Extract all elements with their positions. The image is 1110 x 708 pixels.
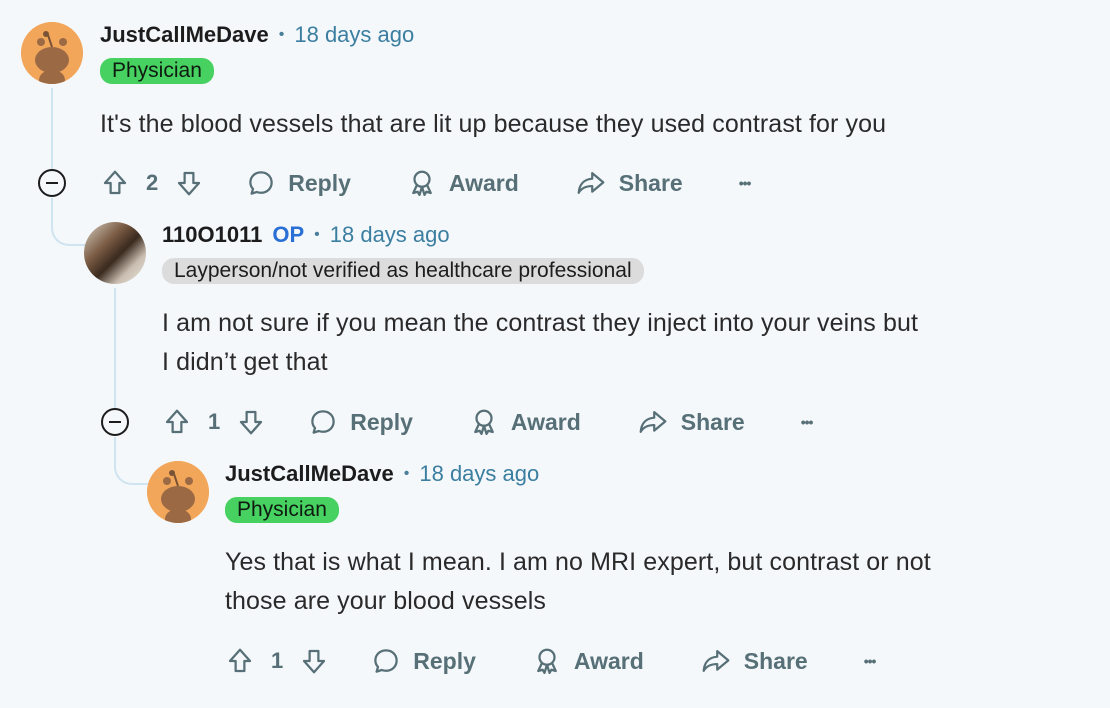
username[interactable]: 110O1011 — [162, 222, 262, 248]
separator: • — [403, 465, 410, 482]
more-options-icon[interactable]: ••• — [739, 175, 752, 191]
share-arrow-icon — [637, 407, 669, 437]
user-flair: Physician — [100, 58, 214, 84]
thread-line-2 — [114, 288, 116, 408]
reply-button[interactable]: Reply — [246, 168, 351, 198]
share-label: Share — [680, 408, 745, 435]
snoo-avatar-icon — [21, 22, 83, 84]
comment-actions: 1 Reply Award Share ••• — [162, 402, 814, 442]
upvote-icon[interactable] — [225, 646, 255, 676]
share-button[interactable]: Share — [637, 407, 745, 437]
vote-count: 2 — [146, 170, 159, 195]
award-button[interactable]: Award — [469, 407, 581, 437]
reply-bubble-icon — [246, 168, 276, 198]
upvote-icon[interactable] — [100, 168, 130, 198]
thread-line-1 — [51, 88, 53, 170]
timestamp[interactable]: 18 days ago — [330, 222, 450, 248]
award-icon — [469, 407, 499, 437]
reply-bubble-icon — [308, 407, 338, 437]
more-options-icon[interactable]: ••• — [864, 653, 877, 669]
timestamp[interactable]: 18 days ago — [294, 22, 414, 48]
collapse-button[interactable] — [38, 169, 66, 197]
user-flair: Layperson/not verified as healthcare pro… — [162, 258, 644, 284]
timestamp[interactable]: 18 days ago — [419, 461, 539, 487]
username[interactable]: JustCallMeDave — [100, 22, 269, 48]
downvote-icon[interactable] — [236, 407, 266, 437]
share-arrow-icon — [700, 646, 732, 676]
thread-connector-2 — [51, 198, 87, 246]
award-label: Award — [448, 169, 519, 196]
award-button[interactable]: Award — [532, 646, 644, 676]
comment-actions: 2 Reply Award Share ••• — [100, 163, 752, 203]
share-arrow-icon — [575, 168, 607, 198]
reply-label: Reply — [350, 408, 413, 435]
upvote-icon[interactable] — [162, 407, 192, 437]
comment-actions: 1 Reply Award Share ••• — [225, 641, 877, 681]
comment-line: Yes that is what I mean. I am no MRI exp… — [225, 548, 931, 576]
avatar[interactable] — [84, 222, 146, 284]
award-icon — [532, 646, 562, 676]
username[interactable]: JustCallMeDave — [225, 461, 394, 487]
share-label: Share — [618, 169, 683, 196]
avatar[interactable] — [21, 22, 83, 84]
snoo-avatar-icon — [147, 461, 209, 523]
share-button[interactable]: Share — [575, 168, 683, 198]
award-button[interactable]: Award — [407, 168, 519, 198]
comment-header: JustCallMeDave • 18 days ago — [225, 461, 539, 487]
more-options-icon[interactable]: ••• — [801, 414, 814, 430]
separator: • — [314, 226, 320, 243]
comment-body: I am not sure if you mean the contrast t… — [162, 304, 918, 382]
op-badge: OP — [272, 222, 305, 247]
comment-header: 110O1011 OP • 18 days ago — [162, 222, 450, 248]
separator: • — [278, 26, 285, 43]
user-flair: Physician — [225, 497, 339, 523]
thread-connector-3 — [114, 437, 150, 485]
comment-body: It's the blood vessels that are lit up b… — [100, 105, 886, 144]
reply-bubble-icon — [371, 646, 401, 676]
award-label: Award — [573, 647, 644, 674]
collapse-minus-icon — [109, 421, 121, 423]
comment-line: I didn’t get that — [162, 348, 328, 376]
reply-button[interactable]: Reply — [371, 646, 476, 676]
comment-line: those are your blood vessels — [225, 587, 547, 615]
award-label: Award — [510, 408, 581, 435]
collapse-minus-icon — [46, 182, 58, 184]
reply-label: Reply — [288, 169, 351, 196]
share-button[interactable]: Share — [700, 646, 808, 676]
avatar[interactable] — [147, 461, 209, 523]
reply-label: Reply — [413, 647, 476, 674]
reply-button[interactable]: Reply — [308, 407, 413, 437]
comment-line: I am not sure if you mean the contrast t… — [162, 309, 918, 337]
downvote-icon[interactable] — [299, 646, 329, 676]
comment-line: It's the blood vessels that are lit up b… — [100, 110, 887, 138]
comment-header: JustCallMeDave • 18 days ago — [100, 22, 414, 48]
collapse-button[interactable] — [101, 408, 129, 436]
comment-body: Yes that is what I mean. I am no MRI exp… — [225, 543, 931, 621]
award-icon — [407, 168, 437, 198]
vote-count: 1 — [271, 648, 284, 673]
downvote-icon[interactable] — [174, 168, 204, 198]
share-label: Share — [743, 647, 808, 674]
vote-count: 1 — [208, 409, 221, 434]
